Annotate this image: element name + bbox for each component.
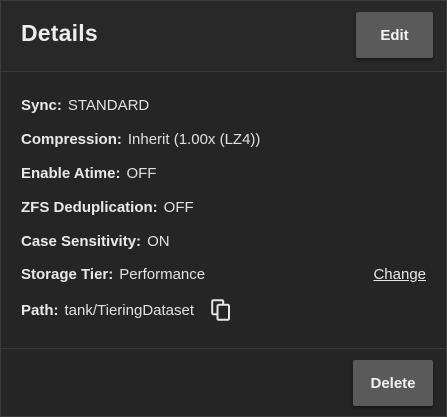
detail-label: Storage Tier: bbox=[21, 265, 114, 283]
detail-row-zfs-deduplication: ZFS Deduplication: OFF bbox=[21, 195, 426, 219]
detail-label: Path: bbox=[21, 301, 59, 319]
detail-row-enable-atime: Enable Atime: OFF bbox=[21, 161, 426, 185]
detail-value: STANDARD bbox=[67, 96, 150, 114]
edit-button[interactable]: Edit bbox=[356, 12, 433, 58]
detail-row-path: Path: tank/TieringDataset bbox=[21, 296, 426, 324]
detail-label: Enable Atime: bbox=[21, 164, 121, 182]
card-actions: Delete bbox=[1, 349, 446, 416]
detail-row-sync: Sync: STANDARD bbox=[21, 93, 426, 117]
change-storage-tier-link[interactable]: Change bbox=[373, 266, 426, 283]
card-header: Details Edit bbox=[1, 1, 446, 72]
card-title: Details bbox=[21, 20, 98, 46]
detail-value: OFF bbox=[126, 164, 157, 182]
details-list: Sync: STANDARD Compression: Inherit (1.0… bbox=[1, 72, 446, 349]
delete-button[interactable]: Delete bbox=[353, 360, 433, 406]
detail-value: tank/TieringDataset bbox=[64, 301, 195, 319]
copy-icon[interactable] bbox=[210, 299, 232, 321]
detail-label: ZFS Deduplication: bbox=[21, 198, 158, 216]
detail-value: Inherit (1.00x (LZ4)) bbox=[127, 130, 261, 148]
detail-value: ON bbox=[147, 232, 170, 250]
detail-label: Sync: bbox=[21, 96, 62, 114]
detail-label: Case Sensitivity: bbox=[21, 232, 142, 250]
details-card: Details Edit Sync: STANDARD Compression:… bbox=[0, 0, 447, 417]
detail-row-storage-tier: Storage Tier: Performance Change bbox=[21, 262, 426, 286]
detail-row-compression: Compression: Inherit (1.00x (LZ4)) bbox=[21, 127, 426, 151]
detail-value: OFF bbox=[163, 198, 194, 216]
detail-row-case-sensitivity: Case Sensitivity: ON bbox=[21, 229, 426, 253]
detail-label: Compression: bbox=[21, 130, 122, 148]
detail-value: Performance bbox=[119, 265, 206, 283]
